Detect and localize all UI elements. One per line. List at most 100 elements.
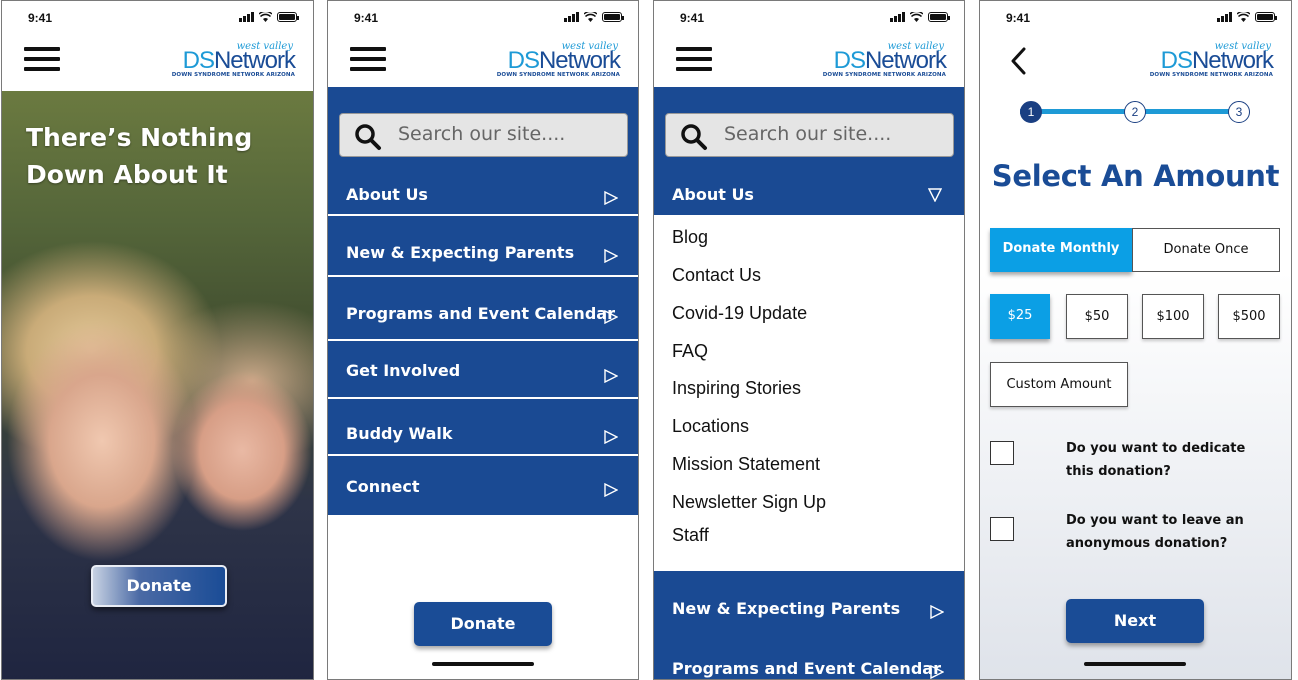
logo-tagline: DOWN SYNDROME NETWORK ARIZONA — [822, 72, 946, 78]
logo-network: Network — [864, 47, 947, 74]
menu-divider — [328, 275, 638, 277]
search-input[interactable]: Search our site.... — [339, 113, 628, 157]
play-arrow-icon — [930, 665, 944, 679]
signal-icon — [564, 12, 579, 22]
play-arrow-icon — [604, 249, 618, 263]
hero-title: There’s Nothing Down About It — [26, 123, 253, 189]
about-submenu: Blog Contact Us Covid-19 Update FAQ Insp… — [654, 215, 964, 571]
next-button[interactable]: Next — [1066, 599, 1204, 643]
submenu-item-faq[interactable]: FAQ — [672, 341, 708, 362]
battery-icon — [277, 12, 299, 22]
ds-network-logo[interactable]: west valley DSNetwork DOWN SYNDROME NETW… — [490, 41, 621, 81]
logo-tagline: DOWN SYNDROME NETWORK ARIZONA — [171, 72, 295, 78]
chevron-down-icon — [928, 188, 942, 202]
donate-button[interactable]: Donate — [414, 602, 552, 646]
app-header: west valley DSNetwork DOWN SYNDROME NETW… — [980, 37, 1291, 89]
amount-100-button[interactable]: $100 — [1142, 294, 1204, 339]
submenu-item-blog[interactable]: Blog — [672, 227, 708, 248]
logo-tagline: DOWN SYNDROME NETWORK ARIZONA — [1149, 72, 1273, 78]
submenu-item-staff[interactable]: Staff — [672, 525, 709, 546]
dedicate-question: Do you want to dedicate this donation? — [1066, 441, 1246, 479]
donate-button[interactable]: Donate — [91, 565, 227, 607]
signal-icon — [1217, 12, 1232, 22]
status-bar: 9:41 — [654, 1, 964, 37]
logo-ds: DS — [833, 47, 866, 74]
step-2: 2 — [1124, 101, 1146, 123]
app-header: west valley DSNetwork DOWN SYNDROME NETW… — [328, 37, 638, 89]
amount-500-button[interactable]: $500 — [1218, 294, 1280, 339]
submenu-item-locations[interactable]: Locations — [672, 416, 749, 437]
battery-icon — [928, 12, 950, 22]
menu-divider — [328, 339, 638, 341]
logo-network: Network — [213, 47, 296, 74]
hamburger-menu-icon[interactable] — [676, 47, 712, 71]
status-icons — [1217, 12, 1277, 22]
signal-icon — [890, 12, 905, 22]
about-menu-screen: 9:41 west valley DSNetwork DOWN SYNDROME… — [653, 0, 965, 680]
back-chevron-icon[interactable] — [1008, 47, 1032, 75]
status-bar: 9:41 — [980, 1, 1291, 37]
wifi-icon — [1237, 12, 1250, 22]
donate-once-toggle[interactable]: Donate Once — [1132, 228, 1280, 272]
amount-25-button[interactable]: $25 — [990, 294, 1050, 339]
status-icons — [564, 12, 624, 22]
play-arrow-icon — [604, 369, 618, 383]
logo-ds: DS — [507, 47, 540, 74]
search-placeholder: Search our site.... — [724, 123, 892, 145]
status-time: 9:41 — [28, 11, 53, 25]
play-arrow-icon — [604, 430, 618, 444]
home-indicator — [432, 662, 534, 666]
status-bar: 9:41 — [2, 1, 313, 37]
submenu-item-contact-us[interactable]: Contact Us — [672, 265, 761, 286]
logo-ds: DS — [1160, 47, 1193, 74]
status-time: 9:41 — [1006, 11, 1031, 25]
app-header: west valley DSNetwork DOWN SYNDROME NETW… — [2, 37, 313, 89]
logo-network: Network — [1191, 47, 1274, 74]
logo-ds: DS — [182, 47, 215, 74]
custom-amount-button[interactable]: Custom Amount — [990, 362, 1128, 407]
submenu-item-newsletter-sign-up[interactable]: Newsletter Sign Up — [672, 492, 826, 513]
menu-divider — [328, 454, 638, 456]
search-placeholder: Search our site.... — [398, 123, 566, 145]
dedicate-checkbox[interactable] — [990, 441, 1014, 465]
play-arrow-icon — [604, 191, 618, 205]
status-time: 9:41 — [680, 11, 705, 25]
wifi-icon — [259, 12, 272, 22]
anonymous-question: Do you want to leave an anonymous donati… — [1066, 513, 1244, 551]
battery-icon — [602, 12, 624, 22]
anonymous-checkbox[interactable] — [990, 517, 1014, 541]
page-title: Select An Amount — [991, 159, 1280, 193]
ds-network-logo[interactable]: west valley DSNetwork DOWN SYNDROME NETW… — [816, 41, 947, 81]
battery-icon — [1255, 12, 1277, 22]
submenu-item-inspiring-stories[interactable]: Inspiring Stories — [672, 378, 801, 399]
hamburger-menu-icon[interactable] — [24, 47, 60, 71]
status-icons — [890, 12, 950, 22]
status-time: 9:41 — [354, 11, 379, 25]
search-icon — [681, 124, 707, 150]
submenu-item-covid-update[interactable]: Covid-19 Update — [672, 303, 807, 324]
signal-icon — [239, 12, 254, 22]
search-input[interactable]: Search our site.... — [665, 113, 954, 157]
status-icons — [239, 12, 299, 22]
step-1: 1 — [1020, 101, 1042, 123]
logo-tagline: DOWN SYNDROME NETWORK ARIZONA — [496, 72, 620, 78]
donate-monthly-toggle[interactable]: Donate Monthly — [990, 228, 1132, 272]
home-indicator — [1084, 662, 1186, 666]
donation-screen: 9:41 west valley DSNetwork DOWN SYNDROME… — [979, 0, 1292, 680]
ds-network-logo[interactable]: west valley DSNetwork DOWN SYNDROME NETW… — [165, 41, 296, 81]
hamburger-menu-icon[interactable] — [350, 47, 386, 71]
play-arrow-icon — [604, 483, 618, 497]
menu-divider — [328, 397, 638, 399]
play-arrow-icon — [930, 605, 944, 619]
ds-network-logo[interactable]: west valley DSNetwork DOWN SYNDROME NETW… — [1143, 41, 1274, 81]
menu-divider — [328, 214, 638, 216]
menu-screen: 9:41 west valley DSNetwork DOWN SYNDROME… — [327, 0, 639, 680]
search-icon — [355, 124, 381, 150]
play-arrow-icon — [604, 310, 618, 324]
submenu-item-mission-statement[interactable]: Mission Statement — [672, 454, 820, 475]
step-3: 3 — [1228, 101, 1250, 123]
status-bar: 9:41 — [328, 1, 638, 37]
amount-50-button[interactable]: $50 — [1066, 294, 1128, 339]
app-header: west valley DSNetwork DOWN SYNDROME NETW… — [654, 37, 964, 89]
wifi-icon — [584, 12, 597, 22]
